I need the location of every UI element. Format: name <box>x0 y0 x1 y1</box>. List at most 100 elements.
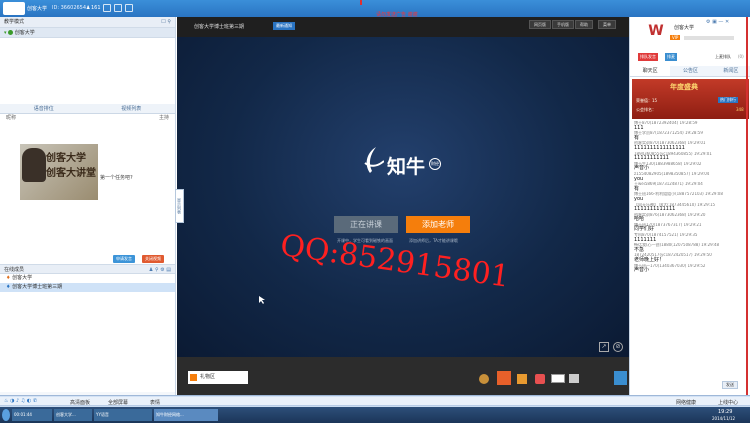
tab-voice[interactable]: 语音排位 <box>0 104 88 113</box>
teaching-button[interactable]: 正在讲课 <box>334 216 398 233</box>
chat-tabs: 聊天区 公告区 新闻区 <box>630 66 750 77</box>
teacher-video[interactable]: 创客大学 创客大讲堂 <box>20 144 98 200</box>
share-icon[interactable] <box>114 4 122 12</box>
web-version-button[interactable]: 网页版 <box>529 20 551 29</box>
tab-video[interactable]: 视频列表 <box>88 104 176 113</box>
left-panel: 教学模式 ☐ ⚲ ▾ 创客大学 语音排位 视频列表 昵称 主持 创客大学 创客大… <box>0 17 184 395</box>
brand-logo-icon <box>362 147 385 175</box>
tab-chat[interactable]: 聊天区 <box>630 66 671 76</box>
video-text-2: 创客大讲堂 <box>46 168 96 179</box>
presentation-screen[interactable]: 知牛 财经 正在讲课 添加老师 开课中，学生可看到磁铁的画面 添加讲师后，TA才… <box>177 37 629 357</box>
notice-button[interactable]: 最新通知 <box>273 22 295 30</box>
video-area: 创客大学 创客大讲堂 第一个任务吧? 申请发言 关闭视频 <box>0 122 175 264</box>
member-list-rest <box>0 292 175 392</box>
chat-messages: 博士870(1872392404) 19:28:59 111 博士学员87(1872… <box>634 121 748 393</box>
task-item-2[interactable]: 创客大学... <box>54 409 92 421</box>
rank-label: 上麦排队 <box>715 54 731 59</box>
marker <box>360 0 362 5</box>
chat-message: 博士学员87(1872371254) 19:28:59 有 <box>634 131 748 140</box>
chat-message: 1894360855(yc1894360855) 19:29:01 1111111… <box>634 152 748 161</box>
taskbar: ♨ ◑ ♪ ♫ ◐ ✆ 高清面板 全部屏幕 表情 网络健康 上线中心 00:01… <box>0 395 750 423</box>
mobile-version-button[interactable]: 手机版 <box>552 20 574 29</box>
chat-message: 博士870(1872392404) 19:28:59 111 <box>634 121 748 130</box>
col-nick: 昵称 <box>6 115 17 121</box>
share-screen-icon[interactable]: ↗ <box>599 342 609 352</box>
chat-message: 博士生130(1883988658) 19:29:02 声音小 <box>634 162 748 171</box>
member-tools-icon[interactable]: ♟ ⚲ ⚙ ▤ <box>149 265 171 275</box>
help-button[interactable]: 帮助 <box>575 20 593 29</box>
task-item-1[interactable]: 00:01:44 <box>12 409 52 421</box>
network-status: 网络健康 <box>676 400 697 406</box>
chat-message: 博士班170(1873767317) 19:29:21 同学们好 <box>634 223 748 232</box>
user-avatar[interactable]: W <box>645 20 667 42</box>
menu-button[interactable]: 菜单 <box>598 20 616 29</box>
chat-content: 有 <box>634 134 640 141</box>
send-button[interactable]: 发送 <box>722 381 738 389</box>
level-bar <box>684 36 734 40</box>
toolbar-item-screen[interactable]: 全部屏幕 <box>108 399 128 406</box>
message-icon[interactable] <box>125 4 133 12</box>
add-teacher-button[interactable]: 添加老师 <box>406 216 470 233</box>
video-side-text: 第一个任务吧? <box>100 175 133 181</box>
member-row[interactable]: ♦ 创客大学博士班第三期 <box>0 283 175 292</box>
toolbar-item-emoji[interactable]: 表情 <box>150 399 160 406</box>
channel-tree[interactable]: ▾ 创客大学 <box>0 28 175 38</box>
queue-button[interactable]: 排麦 <box>665 53 677 61</box>
chat-message: 博士班一170(1340367030) 19:29:52 声音小 <box>634 264 748 273</box>
start-icon[interactable] <box>2 409 10 421</box>
add-teacher-hint: 添加讲师后，TA才能讲课哦 <box>409 238 458 243</box>
tree-item[interactable]: 创客大学 <box>15 30 35 36</box>
chat-message: 王wei5869(1873124871) 19:29:04 有 <box>634 182 748 191</box>
user-icon: ♟ <box>86 5 91 11</box>
chat-content: 1111111111111 <box>634 206 676 212</box>
event-banner[interactable]: 年度盛典 热门排行 荣誉值：15 公会排名： 348 <box>632 79 749 119</box>
close-video-button[interactable]: 关闭视频 <box>142 255 164 263</box>
list-header: 昵称 主持 <box>0 114 175 122</box>
brand-badge: 财经 <box>429 158 441 170</box>
bottom-strip: 礼物区 <box>177 357 629 395</box>
chat-content: 1111111 <box>634 236 657 243</box>
channel-icon <box>8 30 14 35</box>
gift-select-icon[interactable] <box>497 371 511 385</box>
member-row[interactable]: ♦ 创客大学 <box>0 274 175 283</box>
tab-notice[interactable]: 公告区 <box>670 66 710 76</box>
settings-icon[interactable] <box>103 4 111 12</box>
toggle-list-tab[interactable]: 显示列表 <box>175 189 184 223</box>
col-host: 主持 <box>158 115 169 121</box>
task-item-4[interactable]: 知牛财经网络... <box>154 409 218 421</box>
room-id: ID: 36602654 <box>52 5 87 11</box>
banner-sub[interactable]: 热门排行 <box>718 97 738 103</box>
chat-content: you <box>634 175 644 182</box>
gift-area-button[interactable]: 礼物区 <box>188 371 248 384</box>
mode-label[interactable]: 教学模式 <box>4 19 24 25</box>
flower-icon[interactable] <box>479 374 489 384</box>
user-name: 创客大学 <box>674 25 695 31</box>
chat-message: 创客实训870(1873062368) 19:29:01 111111111111… <box>634 141 748 150</box>
chat-content: 哈哈 <box>634 216 645 222</box>
member-name-2[interactable]: 创客大学博士班第三期 <box>12 284 62 290</box>
task-item-3[interactable]: YY语音 <box>94 409 152 421</box>
honor-value: 348 <box>736 107 744 112</box>
connect-center[interactable]: 上线中心 <box>718 399 738 406</box>
gift-panel-icon[interactable] <box>614 371 627 385</box>
car-icon[interactable] <box>535 374 545 384</box>
toolbar-icons[interactable]: ♨ ◑ ♪ ♫ ◐ ✆ <box>4 398 37 404</box>
box-icon[interactable] <box>517 374 527 384</box>
window-controls-icon[interactable]: ⚙ ▣ — ✕ <box>706 19 729 25</box>
chat-content: 不急 <box>634 246 645 253</box>
chat-content: 有 <box>634 185 640 192</box>
tab-news[interactable]: 新闻区 <box>711 66 750 76</box>
room-title: 创客大学博士班第三期 <box>194 24 245 30</box>
gift-count-input[interactable] <box>551 374 565 383</box>
speak-queue-button[interactable]: 排队发言 <box>638 53 658 61</box>
app-name: 创客大学 <box>27 6 48 12</box>
toolbar-item-hd[interactable]: 高清面板 <box>70 399 90 406</box>
brand-text: 知牛 <box>387 156 426 178</box>
right-panel: W 创客大学 VIP ⚙ ▣ — ✕ 排队发言 排麦 上麦排队 (0) 聊天区 … <box>629 17 750 395</box>
member-name-1[interactable]: 创客大学 <box>12 275 32 281</box>
apply-speak-button[interactable]: 申请发言 <box>113 255 135 263</box>
send-gift-button[interactable] <box>569 374 579 383</box>
mode-bar: 教学模式 ☐ ⚲ <box>0 17 175 28</box>
chat-message: 博士班166-利利姐姐小(1887572103) 19:29:08 you <box>634 192 748 201</box>
block-icon[interactable]: ⊘ <box>613 342 623 352</box>
